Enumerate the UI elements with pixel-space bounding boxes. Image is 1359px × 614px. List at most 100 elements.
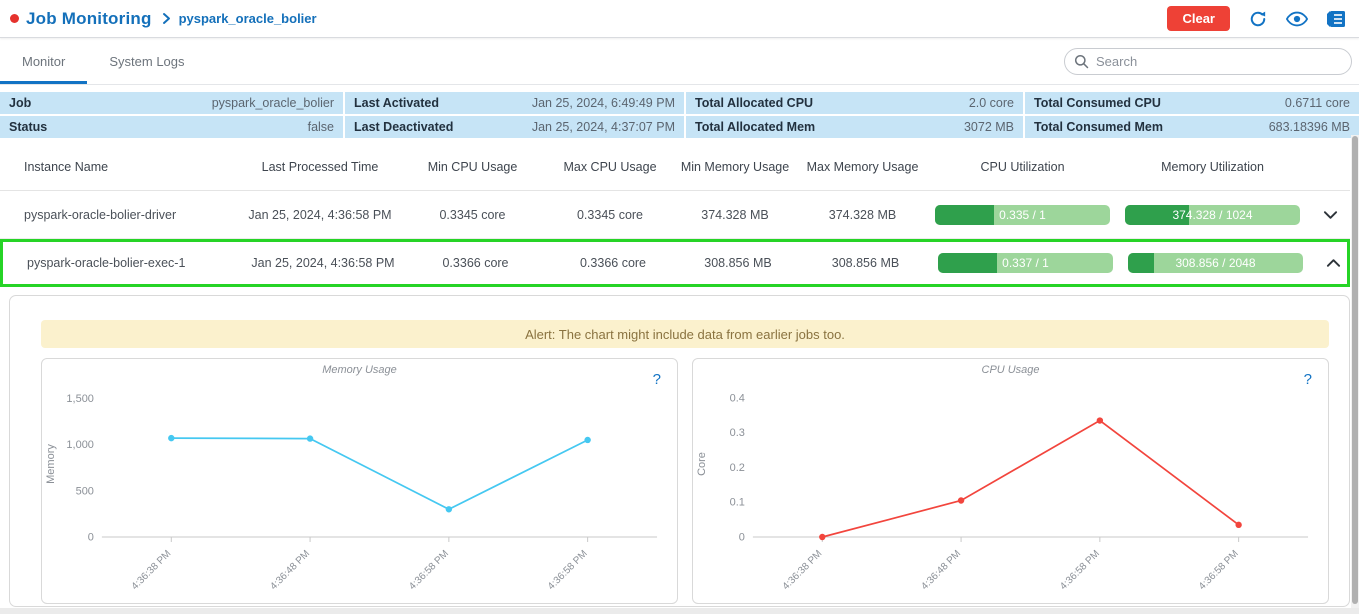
svg-text:4:36:58 PM: 4:36:58 PM [1197, 548, 1241, 592]
summary-label: Status [9, 120, 47, 134]
bar-label: 0.335 / 1 [935, 205, 1110, 225]
column-header-cpu-utilization: CPU Utilization [930, 160, 1115, 174]
bar-label: 308.856 / 2048 [1128, 253, 1303, 273]
summary-label: Last Deactivated [354, 120, 453, 134]
svg-text:0.3: 0.3 [730, 427, 745, 439]
summary-value: false [308, 120, 334, 134]
column-header-max-mem: Max Memory Usage [795, 160, 930, 174]
refresh-icon[interactable] [1247, 8, 1269, 30]
instance-table: Instance Name Last Processed Time Min CP… [0, 144, 1350, 287]
summary-label: Last Activated [354, 96, 439, 110]
instance-name: pyspark-oracle-bolier-exec-1 [3, 256, 243, 270]
summary-value: pyspark_oracle_bolier [212, 96, 334, 110]
column-header-min-mem: Min Memory Usage [675, 160, 795, 174]
last-processed-time: Jan 25, 2024, 4:36:58 PM [240, 208, 400, 222]
summary-row: Job pyspark_oracle_bolier Last Activated J… [0, 92, 1359, 114]
bar-label: 374.328 / 1024 [1125, 205, 1300, 225]
min-cpu-usage: 0.3345 core [400, 208, 545, 222]
help-icon[interactable]: ? [1304, 371, 1312, 388]
summary-value: Jan 25, 2024, 4:37:07 PM [532, 120, 675, 134]
summary-cell-total-allocated-cpu: Total Allocated CPU 2.0 core [686, 92, 1025, 114]
scrollbar-thumb[interactable] [1352, 136, 1358, 604]
job-monitoring-page: Job Monitoring pyspark_oracle_bolier Cle… [0, 0, 1359, 608]
column-header-min-cpu: Min CPU Usage [400, 160, 545, 174]
summary-label: Total Consumed Mem [1034, 120, 1163, 134]
column-header-last-processed-time: Last Processed Time [240, 160, 400, 174]
summary-label: Total Allocated CPU [695, 96, 813, 110]
svg-text:4:36:48 PM: 4:36:48 PM [268, 548, 312, 592]
svg-text:Core: Core [696, 452, 708, 476]
svg-text:0.4: 0.4 [730, 392, 745, 404]
summary-value: 2.0 core [969, 96, 1014, 110]
svg-text:1,500: 1,500 [66, 393, 93, 405]
svg-text:CPU Usage: CPU Usage [982, 364, 1040, 376]
svg-text:0: 0 [88, 531, 94, 543]
summary-cell-last-activated: Last Activated Jan 25, 2024, 6:49:49 PM [345, 92, 686, 114]
min-memory-usage: 308.856 MB [678, 256, 798, 270]
summary-value: 3072 MB [964, 120, 1014, 134]
breadcrumb-job-name: pyspark_oracle_bolier [179, 11, 317, 26]
summary-value: Jan 25, 2024, 6:49:49 PM [532, 96, 675, 110]
eye-icon[interactable] [1286, 8, 1308, 30]
cpu-usage-plot: 0 0.1 0.2 0.3 0.4 4:36:38 PM 4:36:48 PM 4:36:58… [693, 359, 1328, 603]
summary-label: Job [9, 96, 31, 110]
min-memory-usage: 374.328 MB [675, 208, 795, 222]
table-row-driver[interactable]: pyspark-oracle-bolier-driver Jan 25, 202… [0, 191, 1350, 239]
svg-text:4:36:38 PM: 4:36:38 PM [130, 548, 174, 592]
alert-banner: Alert: The chart might include data from… [41, 320, 1329, 348]
summary-cell-status: Status false [0, 116, 345, 138]
svg-text:1,000: 1,000 [66, 439, 93, 451]
svg-text:4:36:48 PM: 4:36:48 PM [919, 548, 963, 592]
svg-text:4:36:38 PM: 4:36:38 PM [781, 548, 825, 592]
max-memory-usage: 374.328 MB [795, 208, 930, 222]
svg-text:500: 500 [76, 485, 94, 497]
svg-text:0.1: 0.1 [730, 497, 745, 509]
cpu-usage-chart: 0 0.1 0.2 0.3 0.4 4:36:38 PM 4:36:48 PM 4:36:58… [692, 358, 1329, 604]
instance-table-header: Instance Name Last Processed Time Min CP… [0, 144, 1350, 191]
logs-icon[interactable] [1325, 8, 1347, 30]
summary-cell-job: Job pyspark_oracle_bolier [0, 92, 345, 114]
chevron-down-icon[interactable] [1310, 210, 1350, 220]
memory-utilization-bar: 308.856 / 2048 [1128, 253, 1303, 273]
svg-text:4:36:58 PM: 4:36:58 PM [546, 548, 590, 592]
summary-row: Status false Last Deactivated Jan 25, 2024… [0, 116, 1359, 138]
memory-usage-plot: 0 500 1,000 1,500 4:36:38 PM 4:36:48 PM 4:36:5… [42, 359, 677, 603]
svg-text:0: 0 [739, 531, 745, 543]
tab-bar: Monitor System Logs [0, 38, 1359, 85]
chart-cards: 0 500 1,000 1,500 4:36:38 PM 4:36:48 PM 4:36:5… [41, 358, 1329, 604]
search-box [1064, 48, 1352, 75]
cpu-utilization-cell: 0.335 / 1 [930, 205, 1115, 225]
column-header-memory-utilization: Memory Utilization [1115, 160, 1310, 174]
table-row-exec-1[interactable]: pyspark-oracle-bolier-exec-1 Jan 25, 202… [0, 239, 1350, 287]
charts-panel: Alert: The chart might include data from… [9, 295, 1350, 607]
svg-text:4:36:58 PM: 4:36:58 PM [407, 548, 451, 592]
summary-cell-total-consumed-cpu: Total Consumed CPU0.6711 core [1025, 92, 1359, 114]
summary-label: Total Allocated Mem [695, 120, 815, 134]
min-cpu-usage: 0.3366 core [403, 256, 548, 270]
max-cpu-usage: 0.3345 core [545, 208, 675, 222]
svg-text:4:36:58 PM: 4:36:58 PM [1058, 548, 1102, 592]
summary-value: 683.18396 MB [1269, 120, 1350, 134]
help-icon[interactable]: ? [653, 371, 661, 388]
search-input[interactable] [1064, 48, 1352, 75]
column-header-max-cpu: Max CPU Usage [545, 160, 675, 174]
max-memory-usage: 308.856 MB [798, 256, 933, 270]
search-icon [1074, 54, 1089, 74]
tab-monitor[interactable]: Monitor [0, 38, 87, 84]
summary-cell-total-allocated-mem: Total Allocated Mem 3072 MB [686, 116, 1025, 138]
svg-text:0.2: 0.2 [730, 462, 745, 474]
memory-utilization-bar: 374.328 / 1024 [1125, 205, 1300, 225]
page-title[interactable]: Job Monitoring [26, 9, 152, 29]
top-header: Job Monitoring pyspark_oracle_bolier Cle… [0, 0, 1359, 38]
summary-label: Total Consumed CPU [1034, 96, 1161, 110]
clear-button[interactable]: Clear [1167, 6, 1230, 31]
cpu-utilization-bar: 0.337 / 1 [938, 253, 1113, 273]
job-summary: Job pyspark_oracle_bolier Last Activated J… [0, 92, 1359, 138]
chevron-up-icon[interactable] [1313, 258, 1353, 268]
max-cpu-usage: 0.3366 core [548, 256, 678, 270]
cpu-utilization-cell: 0.337 / 1 [933, 253, 1118, 273]
last-processed-time: Jan 25, 2024, 4:36:58 PM [243, 256, 403, 270]
tab-system-logs[interactable]: System Logs [87, 38, 206, 84]
status-dot-icon [10, 14, 19, 23]
memory-utilization-cell: 374.328 / 1024 [1115, 205, 1310, 225]
